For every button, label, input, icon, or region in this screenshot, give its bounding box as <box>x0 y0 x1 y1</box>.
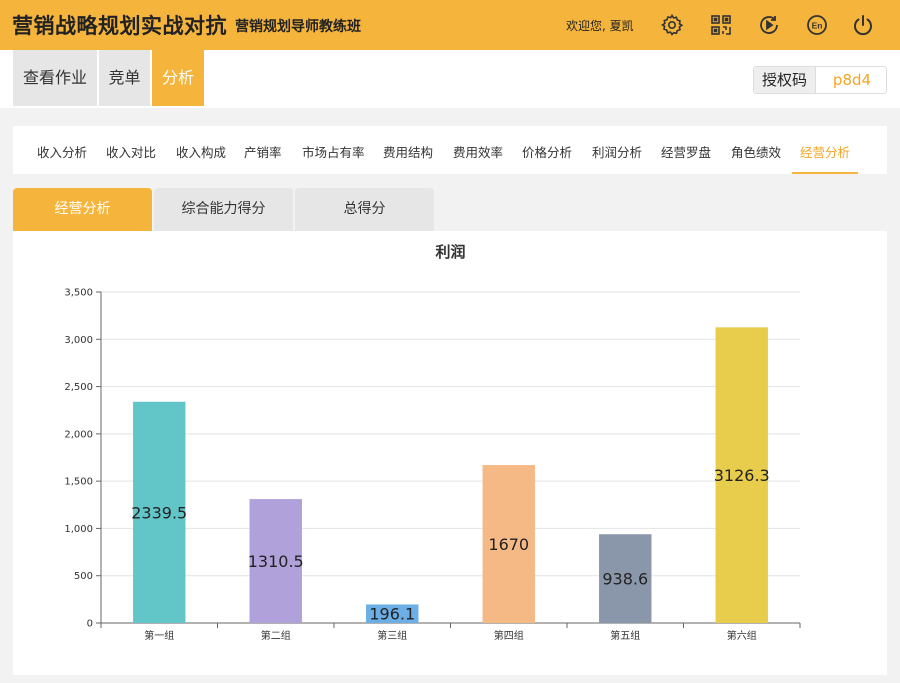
nav-tab-analysis[interactable]: 分析 <box>152 50 204 106</box>
y-tick-label: 3,000 <box>64 335 93 346</box>
welcome-text: 欢迎您, 夏凯 <box>566 19 634 33</box>
language-en-icon[interactable]: En <box>805 13 829 37</box>
subtab-cost-efficiency[interactable]: 费用效率 <box>453 126 503 174</box>
power-icon[interactable] <box>851 13 875 37</box>
panel-tab-capability-score[interactable]: 综合能力得分 <box>154 188 293 231</box>
y-tick-label: 1,000 <box>64 524 93 535</box>
category-label: 第五组 <box>610 629 640 642</box>
y-tick-label: 500 <box>74 571 93 582</box>
bar-value-label: 1310.5 <box>248 552 304 571</box>
qr-code-icon[interactable] <box>709 13 733 37</box>
top-header-bar: 营销战略规划实战对抗 营销规划导师教练班 欢迎您, 夏凯 En <box>0 0 900 50</box>
y-tick-label: 0 <box>87 619 93 630</box>
main-nav: 查看作业 竞单 分析 授权码 p8d4 <box>0 50 900 108</box>
play-icon[interactable] <box>757 13 781 37</box>
profit-bar-chart: 利润 0 500 1,000 1,500 2,000 2,500 3,000 3,500 2339… <box>64 243 801 642</box>
subtab-profit-analysis[interactable]: 利润分析 <box>592 126 642 174</box>
category-label: 第二组 <box>261 629 291 642</box>
subtab-business-analysis[interactable]: 经营分析 <box>792 126 859 174</box>
gear-icon[interactable] <box>660 13 684 37</box>
auth-code-value: p8d4 <box>832 71 872 89</box>
auth-code-label: 授权码 <box>754 67 816 93</box>
bar-value-label: 1670 <box>488 535 529 554</box>
chart-panel: 利润 0 500 1,000 1,500 2,000 2,500 3,000 3,500 2339… <box>13 231 887 675</box>
nav-tab-homework[interactable]: 查看作业 <box>13 50 97 106</box>
panel-tab-business-analysis[interactable]: 经营分析 <box>13 188 152 231</box>
subtab-price-analysis[interactable]: 价格分析 <box>522 126 572 174</box>
app-subtitle: 营销规划导师教练班 <box>235 19 361 35</box>
subtab-business-compass[interactable]: 经营罗盘 <box>661 126 711 174</box>
bar-value-label: 2339.5 <box>131 503 187 522</box>
bar-value-label: 938.6 <box>602 570 648 589</box>
panel-tab-total-score[interactable]: 总得分 <box>295 188 434 231</box>
subtab-revenue-composition[interactable]: 收入构成 <box>176 126 226 174</box>
subtab-revenue-comparison[interactable]: 收入对比 <box>106 126 156 174</box>
category-label: 第一组 <box>144 629 174 642</box>
en-label: En <box>812 21 823 31</box>
y-tick-label: 1,500 <box>64 477 93 488</box>
y-tick-label: 2,000 <box>64 429 93 440</box>
category-label: 第四组 <box>494 629 524 642</box>
y-tick-label: 3,500 <box>64 288 93 299</box>
bar-value-label: 196.1 <box>369 605 415 624</box>
subtab-role-performance[interactable]: 角色绩效 <box>731 126 781 174</box>
app-title: 营销战略规划实战对抗 <box>12 14 227 38</box>
category-label: 第三组 <box>377 629 407 642</box>
auth-code-box: 授权码 p8d4 <box>753 66 887 94</box>
subtab-market-share[interactable]: 市场占有率 <box>302 126 365 174</box>
subtab-cost-structure[interactable]: 费用结构 <box>383 126 433 174</box>
y-tick-label: 2,500 <box>64 382 93 393</box>
subtab-revenue-analysis[interactable]: 收入分析 <box>37 126 87 174</box>
analysis-subnav: 收入分析 收入对比 收入构成 产销率 市场占有率 费用结构 费用效率 价格分析 … <box>13 126 887 174</box>
bar-value-label: 3126.3 <box>714 466 770 485</box>
category-label: 第六组 <box>727 629 757 642</box>
nav-tab-bidding[interactable]: 竞单 <box>99 50 150 106</box>
chart-title: 利润 <box>435 243 465 261</box>
subtab-production-sales-rate[interactable]: 产销率 <box>244 126 282 174</box>
